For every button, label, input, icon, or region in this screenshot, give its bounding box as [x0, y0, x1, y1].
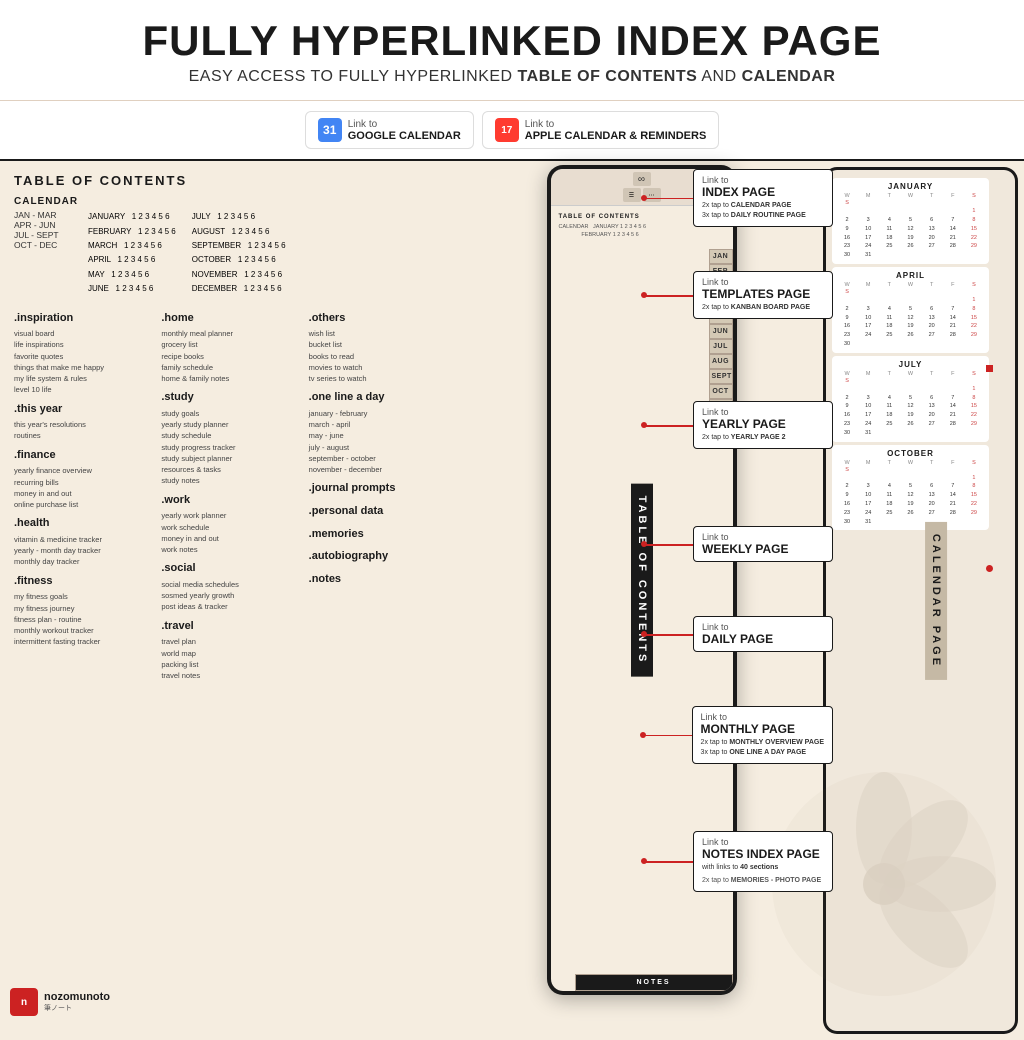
red-line-daily: [643, 634, 693, 636]
calendar-links-row: 31 Link to GOOGLE CALENDAR 17 Link to AP…: [0, 101, 1024, 161]
cal-month-april: APRIL WMTWTFSS 1 2345678 9101112131415 1…: [832, 267, 989, 353]
apple-calendar-link[interactable]: 17 Link to APPLE CALENDAR & REMINDERS: [482, 111, 720, 149]
calendar-months-grid: JANUARY WMTWTFSS 1 2345678 9101112131415…: [826, 170, 995, 538]
calendar-header: CALENDAR: [14, 196, 446, 207]
months-left: JANUARY 1 2 3 4 5 6 FEBRUARY 1 2 3 4 5 6…: [88, 210, 176, 296]
annotation-notes-index: Link to NOTES INDEX PAGE with links to 4…: [693, 831, 833, 892]
tablet-inner-content: TABLE OF CONTENTS CALENDAR JANUARY 1 2 3…: [551, 208, 709, 246]
main-title: FULLY HYPERLINKED INDEX PAGE: [20, 18, 1004, 64]
red-dot-index: [641, 195, 647, 201]
red-line-notes: [643, 861, 693, 863]
red-line-monthly: [642, 735, 692, 737]
main-content: TABLE OF CONTENTS CALENDAR JAN - MAR APR…: [0, 161, 1024, 1040]
section-col-1: .inspiration visual board life inspirati…: [14, 305, 151, 682]
brand-info: nozomunoto 筆ノート: [44, 991, 110, 1013]
red-dot-weekly: [641, 541, 647, 547]
cal-month-january: JANUARY WMTWTFSS 1 2345678 9101112131415…: [832, 178, 989, 264]
subtitle-prefix: EASY ACCESS TO FULLY HYPERLINKED: [189, 68, 518, 85]
apple-link-name: APPLE CALENDAR & REMINDERS: [525, 130, 707, 142]
range-apr-jun: APR - JUN: [14, 220, 72, 230]
calendar-page-label: CALENDAR PAGE: [925, 522, 947, 680]
cal-month-october: OCTOBER WMTWTFSS 1 2345678 9101112131415…: [832, 445, 989, 531]
month-tab-jun[interactable]: JUN: [709, 324, 733, 339]
cal-month-july: JULY WMTWTFSS 1 2345678 9101112131415 16…: [832, 356, 989, 442]
red-line-yearly: [643, 425, 693, 427]
toc-vertical-label: TABLE OF CONTENTS: [631, 484, 653, 677]
annotation-index-main: INDEX PAGE: [702, 185, 824, 199]
subtitle-middle: AND: [701, 68, 741, 85]
cal-ranges: JAN - MAR APR - JUN JUL - SEPT OCT - DEC: [14, 210, 72, 296]
toolbar-btn-1[interactable]: ☰: [623, 188, 641, 202]
section-col-3: .others wish list bucket list books to r…: [309, 305, 446, 682]
google-calendar-icon: 31: [318, 118, 342, 142]
annotation-index: Link to INDEX PAGE 2x tap to CALENDAR PA…: [693, 169, 833, 227]
range-jul-sept: JUL - SEPT: [14, 230, 72, 240]
tablet-area: ∞ ☰ ⋯ JAN FEB MAR APR MAY JUN JU: [460, 161, 823, 1040]
red-dot-monthly: [640, 732, 646, 738]
calendar-screen: CALENDAR PAGE JANUARY WMTWTFSS 1 2345678…: [826, 170, 1015, 1031]
red-line-weekly: [643, 544, 693, 546]
red-line-index: [643, 198, 693, 200]
annotation-monthly: Link to MONTHLY PAGE 2x tap to MONTHLY O…: [692, 706, 833, 764]
month-tab-jan[interactable]: JAN: [709, 249, 733, 264]
google-calendar-link[interactable]: 31 Link to GOOGLE CALENDAR: [305, 111, 474, 149]
red-dot-daily: [641, 631, 647, 637]
red-line-templates: [643, 295, 693, 297]
calendar-table: CALENDAR JAN - MAR APR - JUN JUL - SEPT …: [14, 196, 446, 296]
annotation-yearly: Link to YEARLY PAGE 2x tap to YEARLY PAG…: [693, 401, 833, 449]
toc-panel: TABLE OF CONTENTS CALENDAR JAN - MAR APR…: [0, 161, 460, 1040]
google-link-label: Link to: [348, 119, 461, 130]
annotation-weekly: Link to WEEKLY PAGE: [693, 526, 833, 562]
annotation-index-label: Link to: [702, 175, 824, 185]
range-oct-dec: OCT - DEC: [14, 240, 72, 250]
month-tab-jul[interactable]: JUL: [709, 339, 733, 354]
branding: n nozomunoto 筆ノート: [10, 988, 110, 1016]
brand-logo: n: [10, 988, 38, 1016]
subtitle-bold1: TABLE OF CONTENTS: [518, 68, 698, 85]
header: FULLY HYPERLINKED INDEX PAGE EASY ACCESS…: [0, 0, 1024, 101]
month-tab-oct[interactable]: OCT: [709, 384, 733, 399]
sections-grid: .inspiration visual board life inspirati…: [14, 305, 446, 682]
red-dot-yearly: [641, 422, 647, 428]
month-tab-aug[interactable]: AUG: [709, 354, 733, 369]
annotation-index-sub: 2x tap to CALENDAR PAGE3x tap to DAILY R…: [702, 201, 824, 221]
google-link-name: GOOGLE CALENDAR: [348, 130, 461, 142]
red-dot-templates: [641, 292, 647, 298]
subtitle: EASY ACCESS TO FULLY HYPERLINKED TABLE O…: [20, 68, 1004, 86]
months-right: JULY 1 2 3 4 5 6 AUGUST 1 2 3 4 5 6 SEPT…: [192, 210, 286, 296]
brand-tagline: 筆ノート: [44, 1003, 110, 1013]
brand-name: nozomunoto: [44, 991, 110, 1003]
month-tab-sep[interactable]: SEPT: [709, 369, 733, 384]
infinity-button[interactable]: ∞: [633, 172, 651, 186]
annotation-daily: Link to DAILY PAGE: [693, 616, 833, 652]
subtitle-bold2: CALENDAR: [742, 68, 836, 85]
red-dot-cal-monthly: [986, 565, 993, 572]
range-jan-mar: JAN - MAR: [14, 210, 72, 220]
annotation-templates: Link to TEMPLATES PAGE 2x tap to KANBAN …: [693, 271, 833, 319]
notes-tab[interactable]: NOTES: [575, 974, 733, 991]
apple-calendar-icon: 17: [495, 118, 519, 142]
toc-title: TABLE OF CONTENTS: [14, 173, 446, 188]
red-dot-notes: [641, 858, 647, 864]
calendar-panel: CALENDAR PAGE JANUARY WMTWTFSS 1 2345678…: [823, 167, 1018, 1034]
apple-link-label: Link to: [525, 119, 707, 130]
red-dot-cal-weekly: [986, 365, 993, 372]
section-col-2: .home monthly meal planner grocery list …: [161, 305, 298, 682]
